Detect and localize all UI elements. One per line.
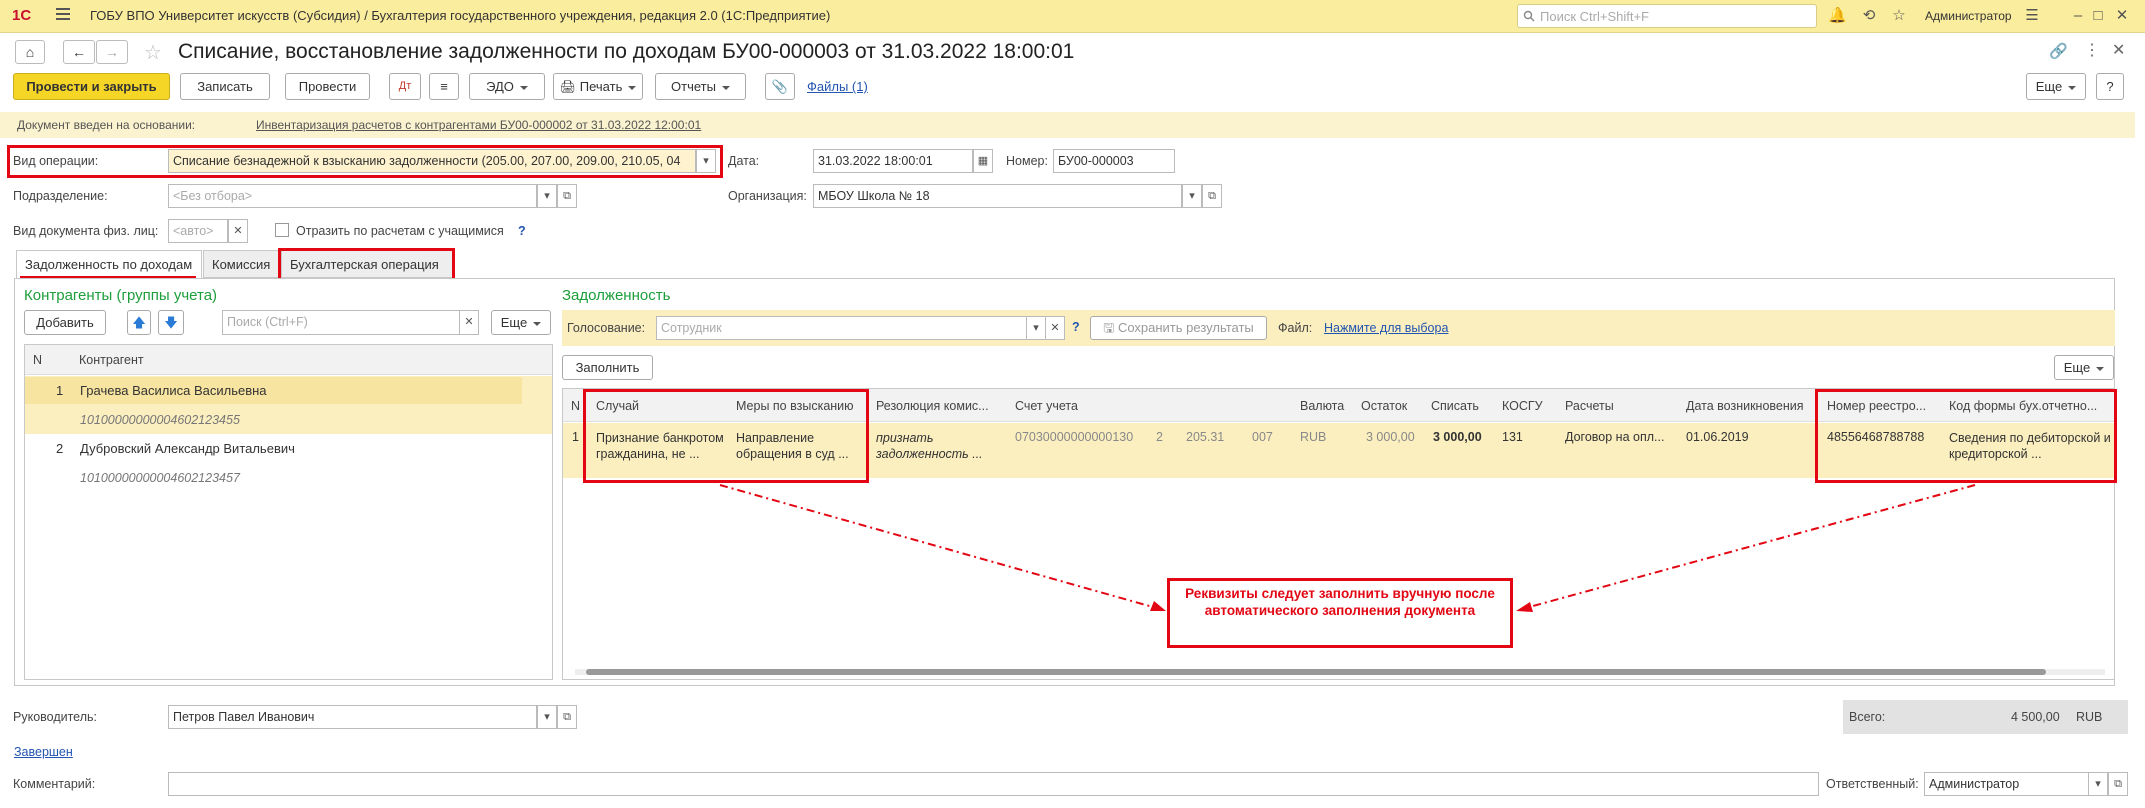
total-currency: RUB: [2076, 710, 2103, 724]
manager-field[interactable]: Петров Павел Иванович: [168, 705, 537, 729]
responsible-label: Ответственный:: [1826, 777, 1919, 791]
responsible-field[interactable]: Администратор: [1924, 772, 2090, 796]
responsible-dropdown-icon[interactable]: ▾: [2088, 772, 2108, 796]
total-label: Всего:: [1849, 710, 1886, 724]
manager-dropdown-icon[interactable]: ▾: [537, 705, 557, 729]
scrollbar-thumb[interactable]: [586, 669, 2046, 675]
manager-label: Руководитель:: [13, 710, 98, 724]
status-link[interactable]: Завершен: [14, 745, 73, 759]
comment-field[interactable]: [168, 772, 1819, 796]
annotation-note: Реквизиты следует заполнить вручную посл…: [1167, 578, 1513, 648]
comment-label: Комментарий:: [13, 777, 96, 791]
total-value: 4 500,00: [2011, 710, 2060, 724]
responsible-open-icon[interactable]: ⧉: [2108, 772, 2128, 796]
manager-open-icon[interactable]: ⧉: [557, 705, 577, 729]
annotation-arrows: [719, 484, 1976, 612]
